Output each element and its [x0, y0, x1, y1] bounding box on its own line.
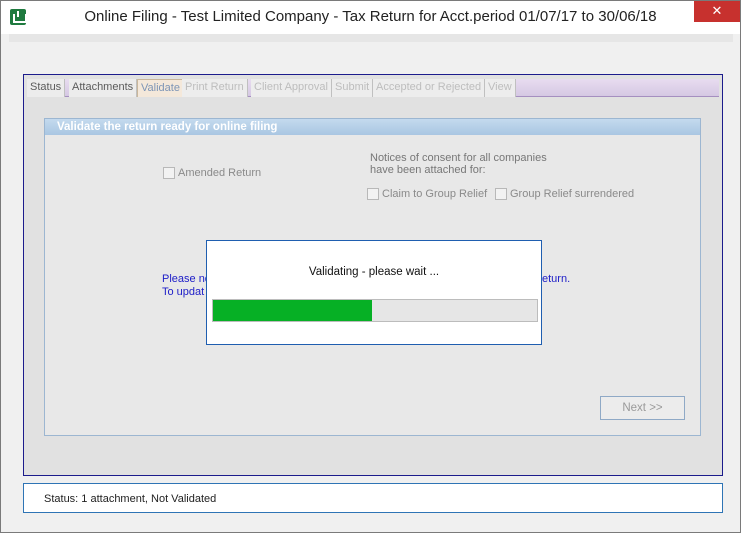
note-line-1-start: Please no: [162, 273, 211, 285]
note-line-2-start: To updat: [162, 286, 205, 298]
window-title: Online Filing - Test Limited Company - T…: [84, 8, 657, 25]
frame-top: [9, 34, 733, 42]
consent-notice: Notices of consent for all companies hav…: [370, 152, 547, 176]
tab-status[interactable]: Status: [27, 79, 66, 97]
group-relief-surrendered-checkbox[interactable]: Group Relief surrendered: [495, 188, 634, 200]
status-text: Status: 1 attachment, Not Validated: [44, 493, 217, 505]
tab-accepted-or-rejected: Accepted or Rejected: [373, 79, 486, 97]
checkbox-label: Amended Return: [178, 167, 262, 179]
progress-fill: [213, 300, 372, 321]
title-bar: Online Filing - Test Limited Company - T…: [1, 1, 740, 34]
checkbox-label: Group Relief surrendered: [510, 188, 635, 200]
tab-submit: Submit: [332, 79, 374, 97]
validating-progress-dialog: Validating - please wait ...: [206, 240, 542, 345]
next-button[interactable]: Next >>: [600, 396, 685, 420]
close-button[interactable]: ✕: [694, 1, 740, 22]
note-line-1-end: eturn.: [542, 273, 571, 285]
tab-client-approval: Client Approval: [251, 79, 332, 97]
tab-validate[interactable]: Validate: [137, 79, 184, 97]
claim-group-relief-checkbox[interactable]: Claim to Group Relief: [367, 188, 487, 200]
consent-line-1: Notices of consent for all companies: [370, 152, 547, 164]
status-bar: Status: 1 attachment, Not Validated: [23, 483, 723, 513]
checkbox-label: Claim to Group Relief: [382, 188, 488, 200]
tab-strip: Status Attachments Validate Print Return…: [27, 79, 719, 97]
panel-header: Validate the return ready for online fil…: [45, 119, 700, 135]
tab-attachments[interactable]: Attachments: [69, 79, 138, 97]
tab-print-return: Print Return: [182, 79, 248, 97]
tab-view: View: [485, 79, 516, 97]
checkbox-box[interactable]: [495, 188, 507, 200]
progress-label: Validating - please wait ...: [308, 266, 440, 278]
progress-bar: [212, 299, 538, 322]
checkbox-box[interactable]: [367, 188, 379, 200]
consent-line-2: have been attached for:: [370, 164, 486, 176]
amended-return-checkbox[interactable]: Amended Return: [163, 167, 261, 179]
checkbox-box[interactable]: [163, 167, 175, 179]
online-filing-window: Online Filing - Test Limited Company - T…: [0, 0, 741, 533]
